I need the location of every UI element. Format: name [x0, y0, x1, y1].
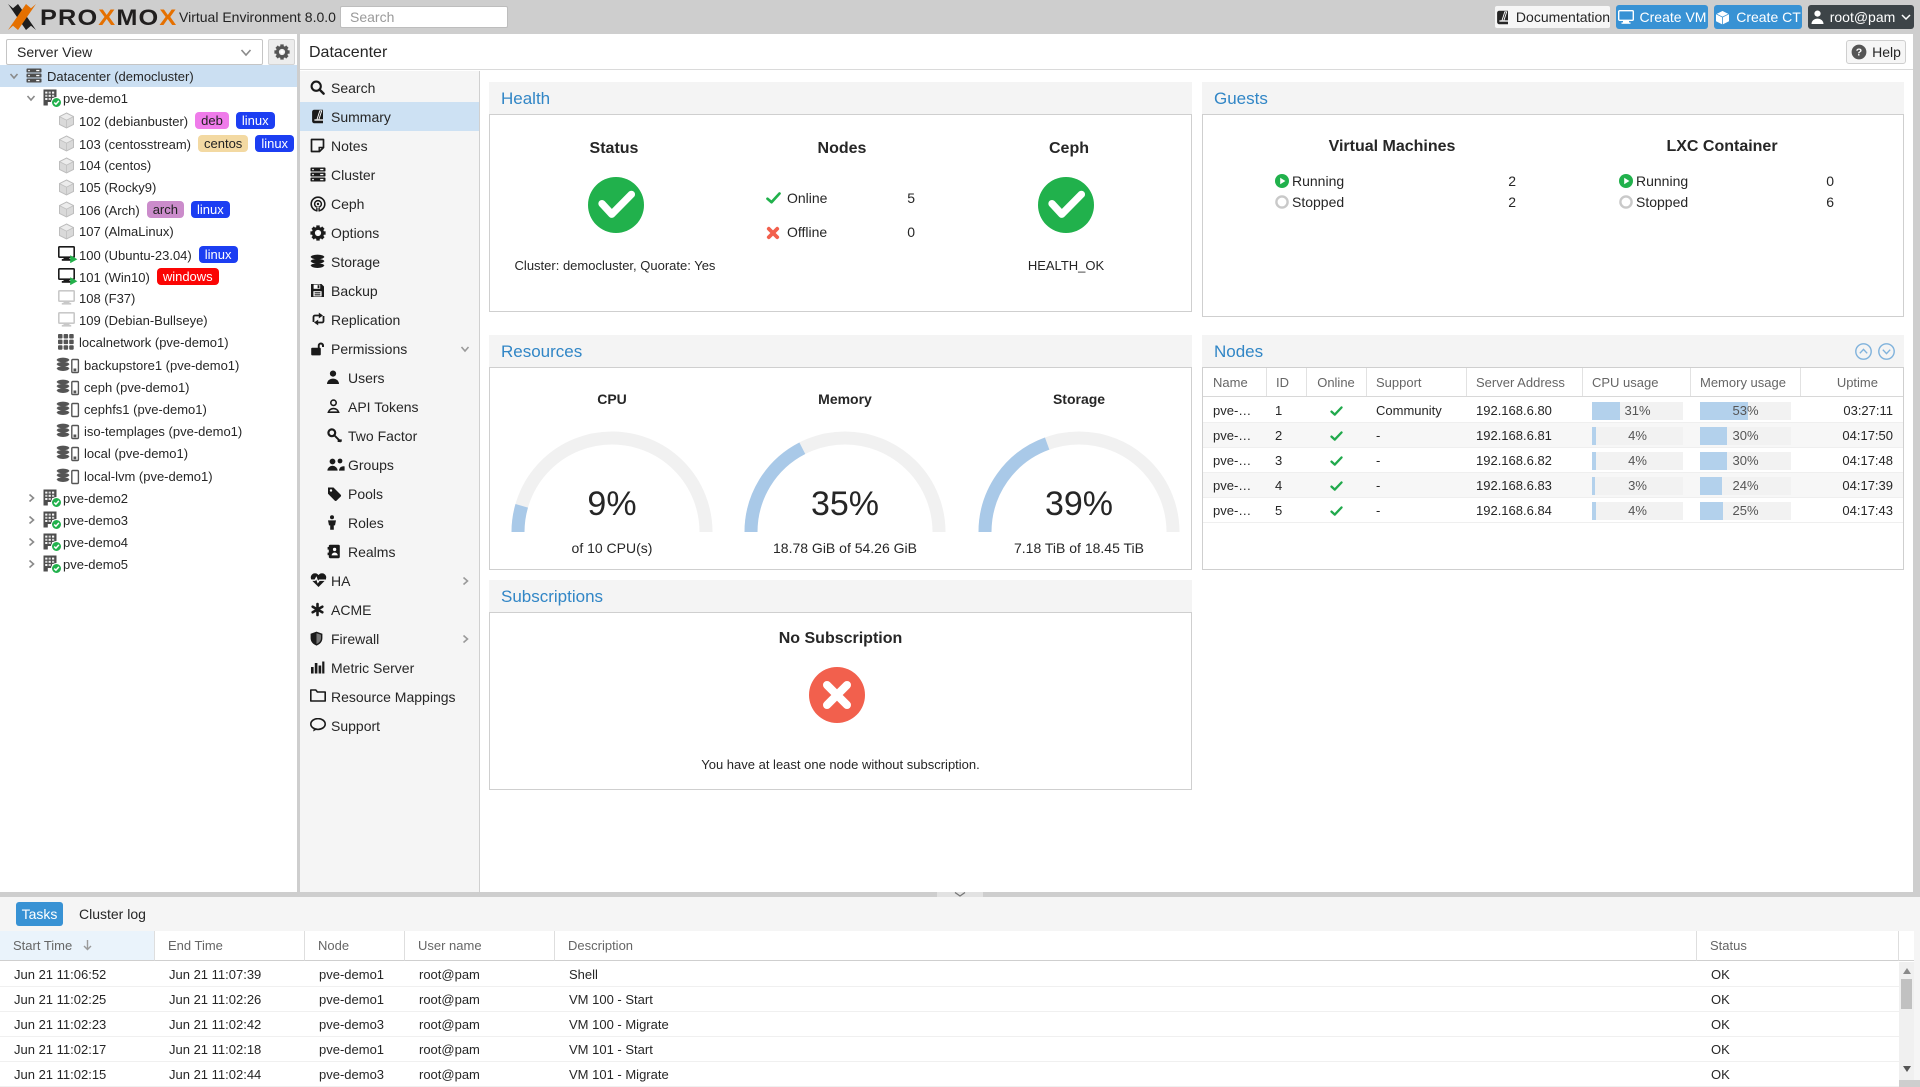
svg-text:?: ? — [1856, 47, 1862, 59]
